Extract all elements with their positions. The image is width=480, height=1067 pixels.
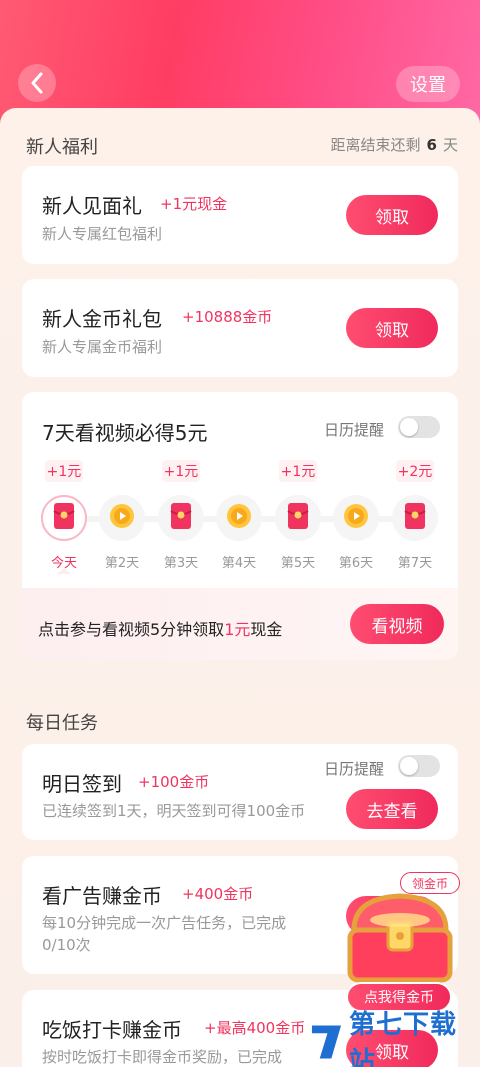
countdown-days: 6 [426, 136, 437, 154]
card-subtitle-line1: 每10分钟完成一次广告任务，已完成 [42, 914, 287, 932]
newbie-coin-card: 新人金币礼包 +10888金币 新人专属金币福利 领取 [22, 279, 458, 377]
cta-prefix: 点击参与看视频5分钟领取 [38, 620, 225, 639]
watermark-logo-icon [311, 1025, 342, 1059]
day-circle [275, 495, 321, 541]
day-label: 第5天 [280, 556, 316, 571]
chevron-left-icon [31, 72, 43, 94]
video-cta-bar: 点击参与看视频5分钟领取1元现金 看视频 [22, 588, 458, 660]
reminder-label: 日历提醒 [324, 760, 385, 778]
card-reward: +1元现金 [160, 195, 228, 213]
claim-button[interactable]: 领取 [346, 195, 438, 235]
card-reward: +100金币 [138, 773, 210, 791]
watermark-text: 第七下载站 [348, 1010, 457, 1067]
countdown: 距离结束还剩 6 天 [331, 134, 458, 155]
section-title-newbie: 新人福利 [26, 137, 98, 158]
card-subtitle: 新人专属红包福利 [42, 225, 163, 243]
day-amount: +1元 [279, 460, 317, 482]
card-reward: +10888金币 [182, 308, 273, 326]
red-envelope-icon [170, 502, 192, 534]
countdown-prefix: 距离结束还剩 [330, 136, 421, 154]
day-circle [158, 495, 204, 541]
day-label: 第2天 [104, 556, 140, 571]
card-reward: +最高400金币 [204, 1019, 306, 1037]
view-button[interactable]: 去查看 [346, 789, 438, 829]
newbie-gift-card: 新人见面礼 +1元现金 新人专属红包福利 领取 [22, 166, 458, 264]
treasure-chest-icon[interactable] [340, 884, 460, 988]
video-cta-text: 点击参与看视频5分钟领取1元现金 [38, 616, 282, 640]
day-circle [333, 495, 379, 541]
countdown-suffix: 天 [442, 136, 458, 154]
cta-suffix: 现金 [250, 620, 283, 639]
reminder-label: 日历提醒 [324, 421, 385, 439]
day-label: 第7天 [397, 556, 433, 571]
card-title: 新人金币礼包 [42, 307, 162, 331]
card-reward: +400金币 [182, 885, 254, 903]
day-label: 第6天 [338, 556, 374, 571]
card-title: 明日签到 [42, 772, 122, 796]
gold-coin-icon [226, 503, 252, 533]
card-subtitle: 按时吃饭打卡即得金币奖励，已完成 [42, 1048, 283, 1066]
day-amount: +2元 [396, 460, 434, 482]
day-circle [99, 495, 145, 541]
section-title-daily: 每日任务 [26, 713, 98, 734]
day-amount: +1元 [45, 460, 83, 482]
gold-coin-icon [109, 503, 135, 533]
reminder-toggle[interactable] [398, 755, 440, 777]
reminder-toggle[interactable] [398, 416, 440, 438]
card-subtitle: 新人专属金币福利 [42, 338, 163, 356]
card-title: 吃饭打卡赚金币 [42, 1018, 182, 1042]
day-label: 第3天 [163, 556, 199, 571]
cta-highlight: 1元 [224, 620, 251, 639]
gold-coin-icon [343, 503, 369, 533]
card-subtitle-line2: 0/10次 [42, 936, 91, 954]
watermark: 第七下载站 [310, 1010, 480, 1067]
day-circle [41, 495, 87, 541]
card-title: 看广告赚金币 [42, 884, 162, 908]
claim-button[interactable]: 领取 [346, 308, 438, 348]
card-title: 新人见面礼 [42, 194, 142, 218]
day-circle [392, 495, 438, 541]
settings-button[interactable]: 设置 [396, 66, 460, 102]
today-pointer [57, 568, 71, 574]
day-amount: +1元 [162, 460, 200, 482]
red-envelope-icon [53, 502, 75, 534]
back-button[interactable] [18, 64, 56, 102]
red-envelope-icon [404, 502, 426, 534]
card-title: 7天看视频必得5元 [42, 421, 208, 445]
day-circle [216, 495, 262, 541]
card-subtitle: 已连续签到1天，明天签到可得100金币 [42, 802, 306, 820]
red-envelope-icon [287, 502, 309, 534]
watch-video-button[interactable]: 看视频 [350, 604, 444, 644]
day-label: 第4天 [221, 556, 257, 571]
task-card-signin: 明日签到 +100金币 已连续签到1天，明天签到可得100金币 日历提醒 去查看 [22, 744, 458, 840]
